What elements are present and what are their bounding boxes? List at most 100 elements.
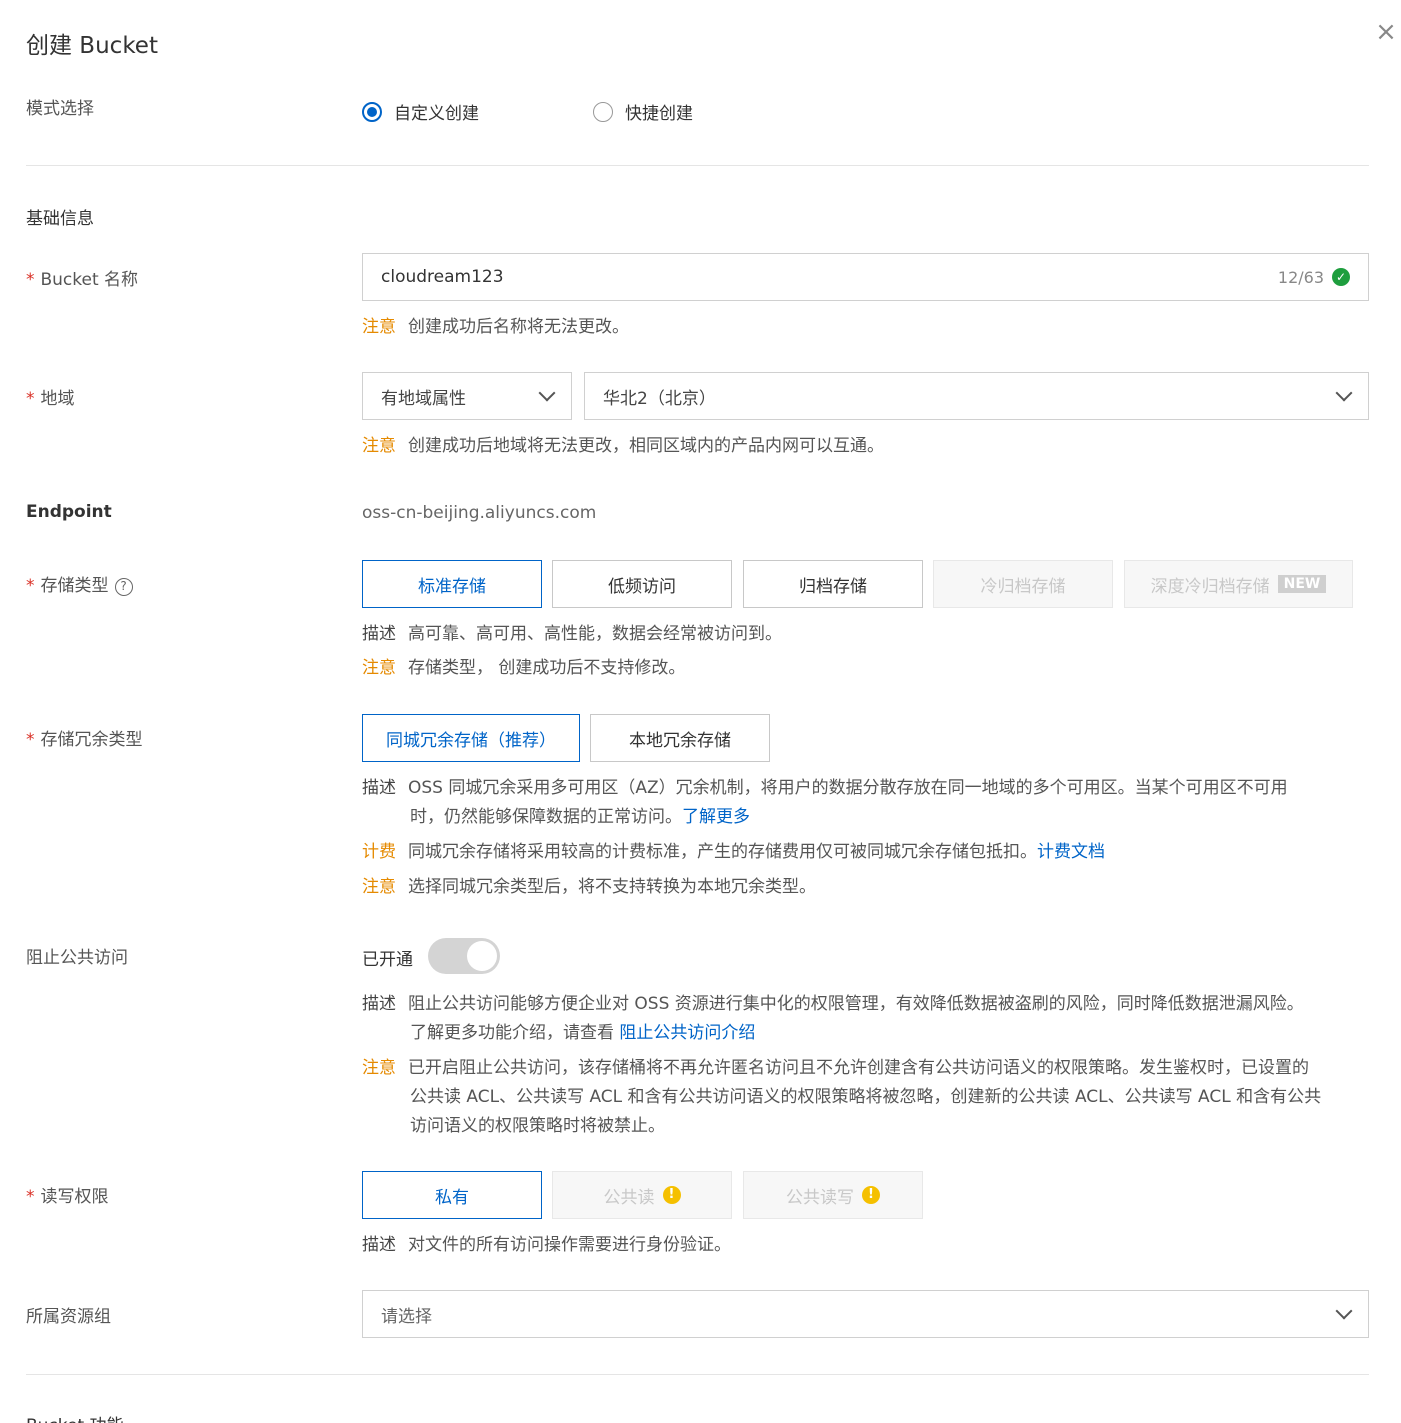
resource-group-placeholder: 请选择 <box>381 1306 432 1327</box>
note-tag: 注意 <box>362 1058 396 1078</box>
region-select[interactable]: 华北2（北京） <box>584 372 1369 420</box>
warning-icon: ! <box>662 1186 681 1204</box>
toggle-knob <box>467 941 497 971</box>
required-mark: * <box>26 270 35 290</box>
chevron-down-icon <box>1335 384 1353 402</box>
required-mark: * <box>26 389 35 409</box>
bucket-name-label: * Bucket 名称 <box>26 265 138 290</box>
storage-ia-button[interactable]: 低频访问 <box>552 560 732 608</box>
storage-type-label: * 存储类型? <box>26 571 133 596</box>
bucket-name-value: cloudream123 <box>381 267 504 287</box>
note-text: 创建成功后地域将无法更改，相同区域内的产品内网可以互通。 <box>408 436 884 456</box>
help-icon[interactable]: ? <box>114 578 133 596</box>
note-line: 注意 已开启阻止公共访问，该存储桶将不再允许匿名访问且不允许创建含有公共访问语义的… <box>362 1054 1372 1083</box>
storage-deep-cold-archive-button: 深度冷归档存储 NEW <box>1124 560 1353 608</box>
section-basic-info: 基础信息 <box>26 209 94 229</box>
block-public-note: 注意 已开启阻止公共访问，该存储桶将不再允许匿名访问且不允许创建含有公共访问语义的… <box>362 1054 1372 1141</box>
storage-cold-archive-button: 冷归档存储 <box>933 560 1113 608</box>
deep-cold-archive-label: 深度冷归档存储 <box>1150 576 1270 597</box>
block-public-label: 阻止公共访问 <box>26 948 128 968</box>
bucket-name-input[interactable]: cloudream123 12/63 ✓ <box>362 253 1369 301</box>
block-public-toggle[interactable] <box>428 938 500 974</box>
radio-custom-create-label: 自定义创建 <box>394 104 479 124</box>
region-label: * 地域 <box>26 384 75 409</box>
acl-private-button[interactable]: 私有 <box>362 1171 542 1219</box>
note-tag: 注意 <box>362 658 396 678</box>
endpoint-value: oss-cn-beijing.aliyuncs.com <box>362 503 597 523</box>
endpoint-label: Endpoint <box>26 502 112 522</box>
radio-quick-create[interactable]: 快捷创建 <box>593 99 693 124</box>
radio-checked-icon <box>362 101 382 122</box>
storage-type-desc: 描述 高可靠、高可用、高性能，数据会经常被访问到。 <box>362 620 782 649</box>
check-circle-icon: ✓ <box>1332 268 1350 286</box>
note-line: 公共读 ACL、公共读写 ACL 和含有公共访问语义的权限策略将被忽略，创建新的… <box>410 1087 1322 1107</box>
desc-text: OSS 同城冗余采用多可用区（AZ）冗余机制，将用户的数据分散存放在同一地域的多… <box>408 778 1288 798</box>
note-tag: 注意 <box>362 317 396 337</box>
desc-text: 时，仍然能够保障数据的正常访问。 <box>410 807 682 827</box>
bucket-name-label-text: Bucket 名称 <box>40 270 139 290</box>
region-label-text: 地域 <box>40 389 75 409</box>
desc-line: 了解更多功能介绍，请查看 阻止公共访问介绍 <box>362 1019 1372 1048</box>
desc-tag: 描述 <box>362 624 396 644</box>
chevron-down-icon <box>538 384 556 402</box>
note-text: 已开启阻止公共访问，该存储桶将不再允许匿名访问且不允许创建含有公共访问语义的权限… <box>408 1058 1309 1078</box>
block-public-status: 已开通 <box>362 950 413 970</box>
redundancy-note: 注意 选择同城冗余类型后，将不支持转换为本地冗余类型。 <box>362 873 816 902</box>
redundancy-zrs-button[interactable]: 同城冗余存储（推荐） <box>362 714 580 762</box>
storage-standard-button[interactable]: 标准存储 <box>362 560 542 608</box>
desc-text: 高可靠、高可用、高性能，数据会经常被访问到。 <box>408 624 782 644</box>
desc-line: 描述 阻止公共访问能够方便企业对 OSS 资源进行集中化的权限管理，有效降低数据被… <box>362 990 1372 1019</box>
note-line: 访问语义的权限策略时将被禁止。 <box>410 1116 665 1136</box>
desc-tag: 描述 <box>362 994 396 1014</box>
redundancy-desc: 描述 OSS 同城冗余采用多可用区（AZ）冗余机制，将用户的数据分散存放在同一地域… <box>362 774 1362 832</box>
resource-group-select[interactable]: 请选择 <box>362 1290 1369 1338</box>
redundancy-label: * 存储冗余类型 <box>26 725 143 750</box>
note-tag: 注意 <box>362 436 396 456</box>
region-note: 注意 创建成功后地域将无法更改，相同区域内的产品内网可以互通。 <box>362 432 884 461</box>
acl-public-read-write-button: 公共读写 ! <box>743 1171 923 1219</box>
new-badge: NEW <box>1277 575 1327 593</box>
acl-label-text: 读写权限 <box>40 1187 109 1207</box>
desc-text: 对文件的所有访问操作需要进行身份验证。 <box>408 1235 731 1255</box>
billing-text: 同城冗余存储将采用较高的计费标准，产生的存储费用仅可被同城冗余存储包抵扣。 <box>408 842 1037 862</box>
redundancy-lrs-button[interactable]: 本地冗余存储 <box>590 714 770 762</box>
redundancy-label-text: 存储冗余类型 <box>40 730 143 750</box>
acl-public-read-label: 公共读 <box>603 1187 655 1208</box>
desc-tag: 描述 <box>362 1235 396 1255</box>
desc-text: 阻止公共访问能够方便企业对 OSS 资源进行集中化的权限管理，有效降低数据被盗刷… <box>408 994 1304 1014</box>
acl-desc: 描述 对文件的所有访问操作需要进行身份验证。 <box>362 1231 731 1260</box>
note-text: 选择同城冗余类型后，将不支持转换为本地冗余类型。 <box>408 877 816 897</box>
close-icon[interactable]: × <box>1372 18 1400 46</box>
radio-custom-create[interactable]: 自定义创建 <box>362 99 479 124</box>
divider <box>26 165 1369 166</box>
storage-type-note: 注意 存储类型， 创建成功后不支持修改。 <box>362 654 685 683</box>
required-mark: * <box>26 1187 35 1207</box>
region-attribute-value: 有地域属性 <box>381 388 466 409</box>
note-tag: 注意 <box>362 877 396 897</box>
billing-tag: 计费 <box>362 842 396 862</box>
required-mark: * <box>26 730 35 750</box>
billing-doc-link[interactable]: 计费文档 <box>1037 842 1105 862</box>
block-public-intro-link[interactable]: 阻止公共访问介绍 <box>619 1023 755 1043</box>
desc-line: 时，仍然能够保障数据的正常访问。了解更多 <box>362 803 1362 832</box>
acl-public-read-write-label: 公共读写 <box>786 1187 854 1208</box>
bucket-name-count: 12/63 <box>1277 267 1324 287</box>
desc-line: 描述 OSS 同城冗余采用多可用区（AZ）冗余机制，将用户的数据分散存放在同一地域… <box>362 774 1362 803</box>
acl-label: * 读写权限 <box>26 1182 109 1207</box>
desc-tag: 描述 <box>362 778 396 798</box>
learn-more-link[interactable]: 了解更多 <box>682 807 750 827</box>
desc-text: 了解更多功能介绍，请查看 <box>410 1023 620 1043</box>
acl-public-read-button: 公共读 ! <box>552 1171 732 1219</box>
region-value: 华北2（北京） <box>603 388 716 409</box>
region-attribute-select[interactable]: 有地域属性 <box>362 372 572 420</box>
divider <box>26 1374 1369 1375</box>
note-text: 创建成功后名称将无法更改。 <box>408 317 629 337</box>
warning-icon: ! <box>862 1186 880 1204</box>
required-mark: * <box>26 576 35 596</box>
resource-group-label: 所属资源组 <box>26 1307 111 1327</box>
storage-archive-button[interactable]: 归档存储 <box>743 560 923 608</box>
redundancy-billing: 计费 同城冗余存储将采用较高的计费标准，产生的存储费用仅可被同城冗余存储包抵扣。计… <box>362 838 1105 867</box>
bucket-name-note: 注意 创建成功后名称将无法更改。 <box>362 313 629 342</box>
mode-label: 模式选择 <box>26 99 94 119</box>
radio-quick-create-label: 快捷创建 <box>625 104 693 124</box>
